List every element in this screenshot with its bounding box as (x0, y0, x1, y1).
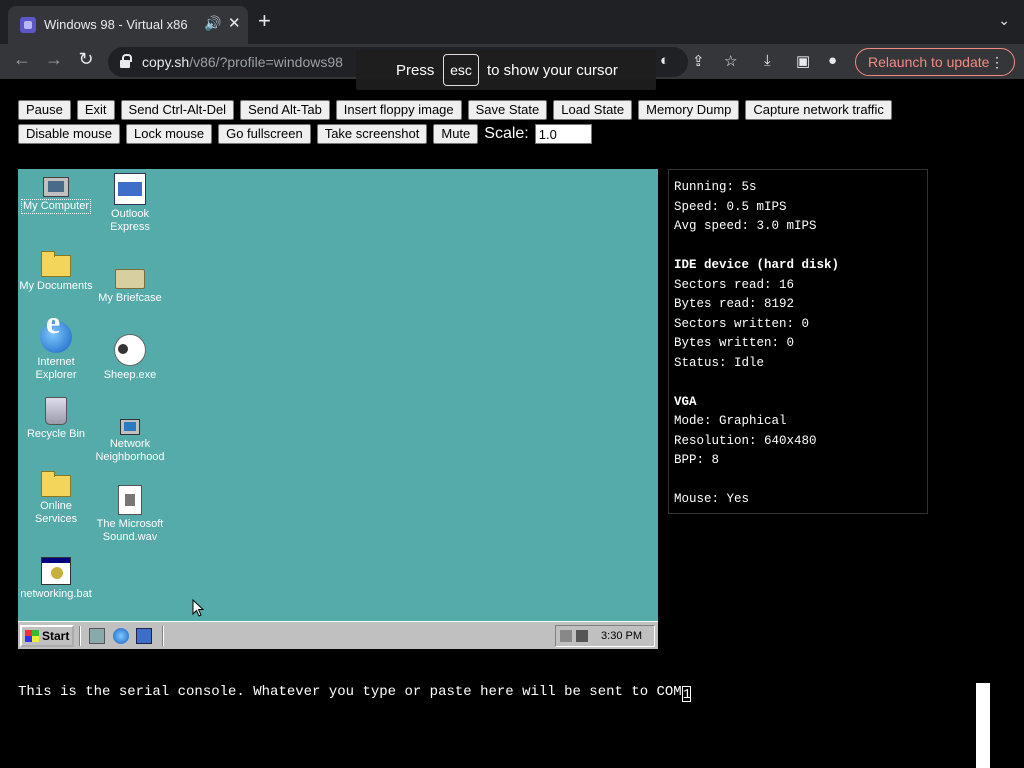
serial-console-scrollbar[interactable] (976, 683, 990, 768)
sectors-written: Sectors written: 0 (674, 316, 810, 331)
go-fullscreen-button[interactable]: Go fullscreen (218, 124, 311, 144)
pointer-lock-hint: Press esc to show your cursor (356, 50, 656, 90)
side-panel-icon[interactable]: ▣ (796, 52, 810, 70)
speed: Speed: 0.5 mIPS (674, 199, 787, 214)
pause-button[interactable]: Pause (18, 100, 71, 120)
ide-status: Status: Idle (674, 355, 765, 370)
briefcase-icon (115, 269, 145, 289)
scale-label: Scale: (484, 125, 529, 142)
control-row-2: Disable mouse Lock mouse Go fullscreen T… (18, 124, 592, 144)
taskbar-clock[interactable]: 3:30 PM (601, 630, 642, 642)
bytes-written: Bytes written: 0 (674, 336, 795, 350)
desktop-icon-sheep-exe[interactable]: Sheep.exe (92, 334, 168, 382)
desktop-icon-networking-bat[interactable]: networking.bat (18, 557, 94, 601)
scale-input[interactable] (534, 124, 592, 144)
serial-console-text: This is the serial console. Whatever you… (18, 684, 682, 700)
lock-mouse-button[interactable]: Lock mouse (126, 124, 213, 144)
text-caret: 1 (681, 686, 692, 703)
more-menu-icon[interactable]: ⋮ (990, 49, 1004, 75)
mute-button[interactable]: Mute (433, 124, 479, 144)
reload-button[interactable]: ↻ (74, 49, 98, 70)
memory-dump-button[interactable]: Memory Dump (638, 100, 740, 120)
sound-file-icon (118, 485, 142, 515)
lock-icon[interactable] (120, 54, 132, 68)
insert-floppy-button[interactable]: Insert floppy image (335, 100, 462, 120)
close-tab-icon[interactable]: ✕ (228, 14, 241, 32)
desktop-icon-recycle-bin[interactable]: Recycle Bin (18, 397, 94, 441)
desktop-icon-network-neighborhood[interactable]: Network Neighborhood (92, 409, 168, 464)
browser-tab[interactable]: Windows 98 - Virtual x86 🔊 ✕ (8, 6, 248, 44)
vga-header: VGA (674, 394, 697, 409)
folder-icon (41, 471, 71, 497)
win98-taskbar: Start 3:30 PM (18, 621, 658, 649)
emulator-screen[interactable]: My Computer My Documents Internet Explor… (18, 169, 658, 649)
desktop-icon-my-briefcase[interactable]: My Briefcase (92, 261, 168, 305)
share-icon[interactable]: ⇪ (692, 52, 705, 70)
mouse-status: Mouse: Yes (674, 492, 750, 506)
disable-mouse-button[interactable]: Disable mouse (18, 124, 120, 144)
save-state-button[interactable]: Save State (467, 100, 548, 120)
system-tray: 3:30 PM (555, 625, 655, 647)
running-time: Running: 5s (674, 180, 757, 194)
mouse-pointer-icon (192, 599, 204, 617)
sheep-icon (114, 334, 146, 366)
outlook-quicklaunch-icon[interactable] (136, 628, 152, 644)
vga-bpp: BPP: 8 (674, 453, 720, 467)
control-row-1: Pause Exit Send Ctrl-Alt-Del Send Alt-Ta… (18, 100, 892, 120)
desktop-icon-online-services[interactable]: Online Services (18, 469, 94, 526)
exit-button[interactable]: Exit (76, 100, 115, 120)
ide-device-header: IDE device (hard disk) (674, 258, 840, 272)
esc-key-badge: esc (443, 54, 479, 86)
outlook-express-icon (114, 173, 146, 205)
tab-search-chevron-icon[interactable]: ⌄ (998, 12, 1010, 29)
bookmark-star-icon[interactable]: ☆ (724, 52, 737, 70)
load-state-button[interactable]: Load State (553, 100, 633, 120)
desktop-icon-microsoft-sound[interactable]: The Microsoft Sound.wav (92, 485, 168, 544)
send-ctrl-alt-del-button[interactable]: Send Ctrl-Alt-Del (120, 100, 235, 120)
send-alt-tab-button[interactable]: Send Alt-Tab (240, 100, 330, 120)
emulator-info-panel: Running: 5s Speed: 0.5 mIPS Avg speed: 3… (668, 169, 928, 514)
desktop-icon-internet-explorer[interactable]: Internet Explorer (18, 316, 94, 382)
download-icon[interactable]: ⤓ (764, 52, 771, 69)
serial-console[interactable]: This is the serial console. Whatever you… (18, 683, 976, 768)
audio-playing-icon[interactable]: 🔊 (204, 15, 221, 32)
taskbar-separator (79, 626, 81, 646)
recycle-bin-icon (45, 397, 67, 425)
sectors-read: Sectors read: 16 (674, 277, 795, 292)
new-tab-button[interactable]: + (258, 10, 271, 32)
avg-speed: Avg speed: 3.0 mIPS (674, 219, 817, 233)
desktop-icon-my-computer[interactable]: My Computer (18, 173, 94, 214)
desktop-icon-outlook-express[interactable]: Outlook Express (92, 173, 168, 234)
internet-explorer-icon (40, 316, 72, 353)
profile-avatar-icon[interactable]: ● (828, 52, 837, 69)
v86-favicon-icon (20, 17, 36, 33)
browser-tab-bar: Windows 98 - Virtual x86 🔊 ✕ + ⌄ (0, 0, 1024, 44)
folder-icon (41, 251, 71, 277)
show-desktop-icon[interactable] (89, 628, 105, 644)
computer-icon (43, 177, 69, 197)
network-icon (120, 419, 140, 435)
start-button[interactable]: Start (20, 625, 74, 647)
relaunch-to-update-button[interactable]: Relaunch to update ⋮ (855, 48, 1015, 76)
url-text: copy.sh/v86/?profile=windows98 (142, 54, 343, 70)
vga-mode: Mode: Graphical (674, 414, 787, 428)
volume-tray-icon[interactable] (576, 630, 588, 642)
desktop-icon-my-documents[interactable]: My Documents (18, 249, 94, 293)
take-screenshot-button[interactable]: Take screenshot (316, 124, 428, 144)
vga-resolution: Resolution: 640x480 (674, 433, 817, 448)
google-lens-icon[interactable]: ◐ (660, 52, 669, 69)
taskbar-separator (162, 626, 164, 646)
batch-file-icon (41, 557, 71, 585)
internet-explorer-quicklaunch-icon[interactable] (113, 628, 129, 644)
bytes-read: Bytes read: 8192 (674, 297, 795, 311)
windows-logo-icon (25, 630, 39, 642)
forward-button[interactable]: → (42, 49, 66, 70)
tab-title: Windows 98 - Virtual x86 (44, 17, 188, 32)
network-tray-icon[interactable] (560, 630, 572, 642)
back-button[interactable]: ← (10, 49, 34, 70)
capture-network-traffic-button[interactable]: Capture network traffic (745, 100, 892, 120)
